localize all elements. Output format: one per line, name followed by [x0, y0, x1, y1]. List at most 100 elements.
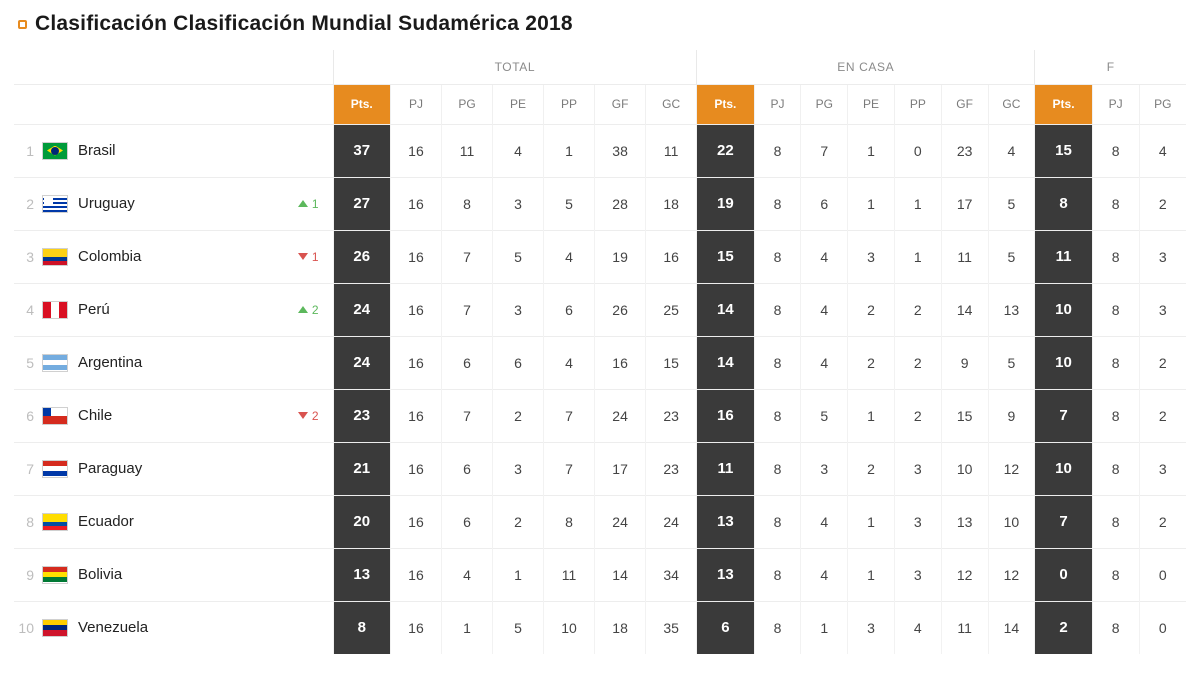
home-pts: 13: [697, 495, 754, 548]
home-pg: 4: [801, 230, 848, 283]
home-pj: 8: [754, 548, 801, 601]
home-pts: 16: [697, 389, 754, 442]
total-pj: 16: [390, 177, 441, 230]
table-row: 7 Paraguay 21 16 6 3 7 17 23 11 8 3 2 3 …: [14, 442, 1186, 495]
away-pj: 8: [1092, 124, 1139, 177]
total-gc: 24: [646, 495, 697, 548]
total-pg: 6: [441, 495, 492, 548]
team-cell[interactable]: 5 Argentina: [14, 336, 333, 389]
total-gf: 28: [595, 177, 646, 230]
total-gf: 26: [595, 283, 646, 336]
team-name: Paraguay: [78, 460, 142, 477]
total-pg: 11: [441, 124, 492, 177]
home-pts: 11: [697, 442, 754, 495]
col-total-pts: Pts.: [333, 84, 390, 124]
flag-icon: [42, 513, 68, 531]
home-pj: 8: [754, 124, 801, 177]
total-pg: 6: [441, 336, 492, 389]
group-home: EN CASA: [697, 50, 1035, 84]
total-pj: 16: [390, 442, 441, 495]
home-pp: 3: [894, 548, 941, 601]
total-pe: 5: [493, 230, 544, 283]
home-pj: 8: [754, 336, 801, 389]
team-cell[interactable]: 6 Chile 2: [14, 389, 333, 442]
home-pts: 14: [697, 283, 754, 336]
col-away-pj: PJ: [1092, 84, 1139, 124]
team-name: Ecuador: [78, 513, 134, 530]
home-gf: 13: [941, 495, 988, 548]
away-pg: 2: [1139, 389, 1186, 442]
team-cell[interactable]: 9 Bolivia: [14, 548, 333, 601]
col-home-pj: PJ: [754, 84, 801, 124]
flag-icon: [42, 142, 68, 160]
away-pg: 0: [1139, 548, 1186, 601]
home-gf: 15: [941, 389, 988, 442]
home-pe: 2: [848, 442, 895, 495]
total-pts: 26: [333, 230, 390, 283]
triangle-down-icon: [298, 253, 308, 260]
total-pts: 20: [333, 495, 390, 548]
move-value: 1: [312, 197, 319, 211]
home-gf: 9: [941, 336, 988, 389]
col-home-pts: Pts.: [697, 84, 754, 124]
total-gc: 15: [646, 336, 697, 389]
flag-icon: [42, 301, 68, 319]
away-pts: 0: [1035, 548, 1092, 601]
home-gc: 13: [988, 283, 1035, 336]
away-pg: 3: [1139, 442, 1186, 495]
team-cell[interactable]: 8 Ecuador: [14, 495, 333, 548]
total-pts: 13: [333, 548, 390, 601]
home-pg: 6: [801, 177, 848, 230]
total-pj: 16: [390, 548, 441, 601]
total-gc: 25: [646, 283, 697, 336]
away-pts: 10: [1035, 336, 1092, 389]
total-pj: 16: [390, 283, 441, 336]
home-gc: 5: [988, 177, 1035, 230]
table-row: 5 Argentina 24 16 6 6 4 16 15 14 8 4 2 2…: [14, 336, 1186, 389]
rank: 8: [14, 514, 42, 530]
total-gf: 24: [595, 389, 646, 442]
total-pts: 21: [333, 442, 390, 495]
team-cell[interactable]: 4 Perú 2: [14, 283, 333, 336]
team-cell[interactable]: 2 Uruguay 1: [14, 177, 333, 230]
total-pp: 8: [544, 495, 595, 548]
away-pj: 8: [1092, 177, 1139, 230]
home-pg: 4: [801, 548, 848, 601]
total-pp: 10: [544, 601, 595, 654]
away-pj: 8: [1092, 601, 1139, 654]
total-pj: 16: [390, 336, 441, 389]
team-cell[interactable]: 3 Colombia 1: [14, 230, 333, 283]
team-name: Uruguay: [78, 195, 135, 212]
total-pg: 7: [441, 230, 492, 283]
home-gf: 10: [941, 442, 988, 495]
total-gc: 18: [646, 177, 697, 230]
home-pg: 7: [801, 124, 848, 177]
away-pj: 8: [1092, 495, 1139, 548]
col-away-pts: Pts.: [1035, 84, 1092, 124]
team-cell[interactable]: 7 Paraguay: [14, 442, 333, 495]
title-bullet-icon: [18, 20, 27, 29]
away-pj: 8: [1092, 548, 1139, 601]
group-header-row: TOTAL EN CASA F: [14, 50, 1186, 84]
away-pg: 2: [1139, 177, 1186, 230]
team-cell[interactable]: 10 Venezuela: [14, 601, 333, 654]
home-gc: 5: [988, 336, 1035, 389]
total-pj: 16: [390, 389, 441, 442]
table-row: 8 Ecuador 20 16 6 2 8 24 24 13 8 4 1 3 1…: [14, 495, 1186, 548]
away-pts: 11: [1035, 230, 1092, 283]
home-gf: 23: [941, 124, 988, 177]
flag-icon: [42, 566, 68, 584]
rank: 5: [14, 355, 42, 371]
total-pe: 5: [493, 601, 544, 654]
home-gf: 17: [941, 177, 988, 230]
home-pj: 8: [754, 442, 801, 495]
home-gc: 14: [988, 601, 1035, 654]
move-indicator: 1: [298, 250, 319, 264]
team-cell[interactable]: 1 Brasil: [14, 124, 333, 177]
total-gf: 24: [595, 495, 646, 548]
home-gc: 5: [988, 230, 1035, 283]
column-header-row: Pts. PJ PG PE PP GF GC Pts. PJ PG PE PP …: [14, 84, 1186, 124]
away-pts: 7: [1035, 389, 1092, 442]
total-gc: 23: [646, 389, 697, 442]
home-pts: 22: [697, 124, 754, 177]
